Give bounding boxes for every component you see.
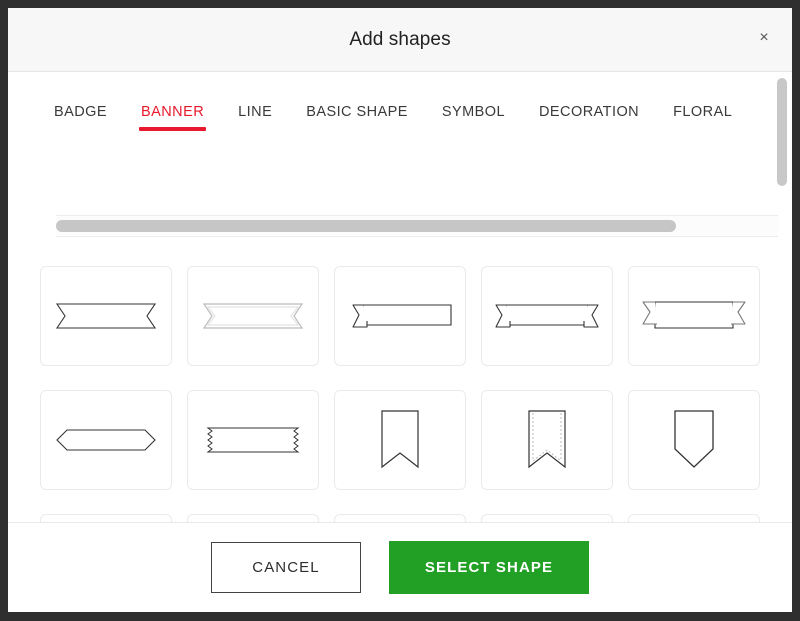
cancel-button[interactable]: CANCEL [211,542,361,593]
body-vertical-scrollbar[interactable] [776,78,788,370]
category-tabstrip[interactable]: BADGEBANNERLINEBASIC SHAPESYMBOLDECORATI… [8,72,766,136]
bookmark-flag-notched-icon [370,405,430,475]
ribbon-banner-left-tail-fold-icon [347,295,453,337]
tab-floral[interactable]: FLORAL [656,104,749,136]
hexagon-banner-thin-icon [53,422,159,458]
shape-grid-scroll-area [8,249,792,522]
ribbon-banner-concave-ends-icon [53,296,159,336]
page-title: Add shapes [349,29,450,51]
shield-banner-pointed-icon [663,405,725,475]
body-vertical-scrollbar-thumb[interactable] [777,78,787,186]
select-shape-button[interactable]: SELECT SHAPE [389,541,589,594]
tab-banner[interactable]: BANNER [124,104,221,136]
ribbon-banner-both-tails-icon [639,294,749,338]
shape-card-ribbon-banner-filled-black[interactable] [628,514,760,522]
shape-card-ribbon-banner-concave-ends-outline[interactable] [187,266,319,366]
shape-card-ribbon-banner-both-tails[interactable] [628,266,760,366]
ribbon-banner-concave-ends-outline-icon [200,296,306,336]
shape-card-bookmark-flag-dashed-border[interactable] [481,390,613,490]
shape-card-ribbon-banner-angled-ends[interactable] [187,514,319,522]
tab-food[interactable]: FOOD [749,104,766,136]
tab-basic-shape[interactable]: BASIC SHAPE [289,104,425,136]
shape-card-torn-edge-banner[interactable] [187,390,319,490]
shape-grid [8,249,792,522]
shape-card-ribbon-banner-concave-ends[interactable] [40,266,172,366]
shape-card-rounded-rectangle-banner[interactable] [334,514,466,522]
tab-symbol[interactable]: SYMBOL [425,104,522,136]
dialog-footer: CANCEL SELECT SHAPE [8,522,792,612]
shape-card-shield-banner-pointed[interactable] [628,390,760,490]
shape-card-hexagon-banner-thin[interactable] [40,390,172,490]
tabs-horizontal-scrollbar-thumb[interactable] [56,220,676,232]
tabs-horizontal-scrollbar[interactable] [56,215,778,237]
shape-card-ribbon-banner-split-tails[interactable] [481,266,613,366]
dialog-body: BADGEBANNERLINEBASIC SHAPESYMBOLDECORATI… [8,72,792,522]
tab-decoration[interactable]: DECORATION [522,104,656,136]
torn-edge-banner-icon [200,420,306,460]
shape-card-ribbon-banner-folded-corners[interactable] [40,514,172,522]
tab-badge[interactable]: BADGE [48,104,124,136]
tab-line[interactable]: LINE [221,104,289,136]
dialog-header: Add shapes × [8,8,792,72]
ribbon-banner-split-tails-icon [492,295,602,337]
add-shapes-dialog: Add shapes × BADGEBANNERLINEBASIC SHAPES… [8,8,792,612]
category-tabstrip-container: BADGEBANNERLINEBASIC SHAPESYMBOLDECORATI… [8,72,792,136]
close-icon[interactable]: × [750,24,778,52]
shape-card-bookmark-flag-notched[interactable] [334,390,466,490]
shape-card-hexagon-banner-rounded[interactable] [481,514,613,522]
shape-card-ribbon-banner-left-tail-fold[interactable] [334,266,466,366]
bookmark-flag-dashed-border-icon [517,405,577,475]
